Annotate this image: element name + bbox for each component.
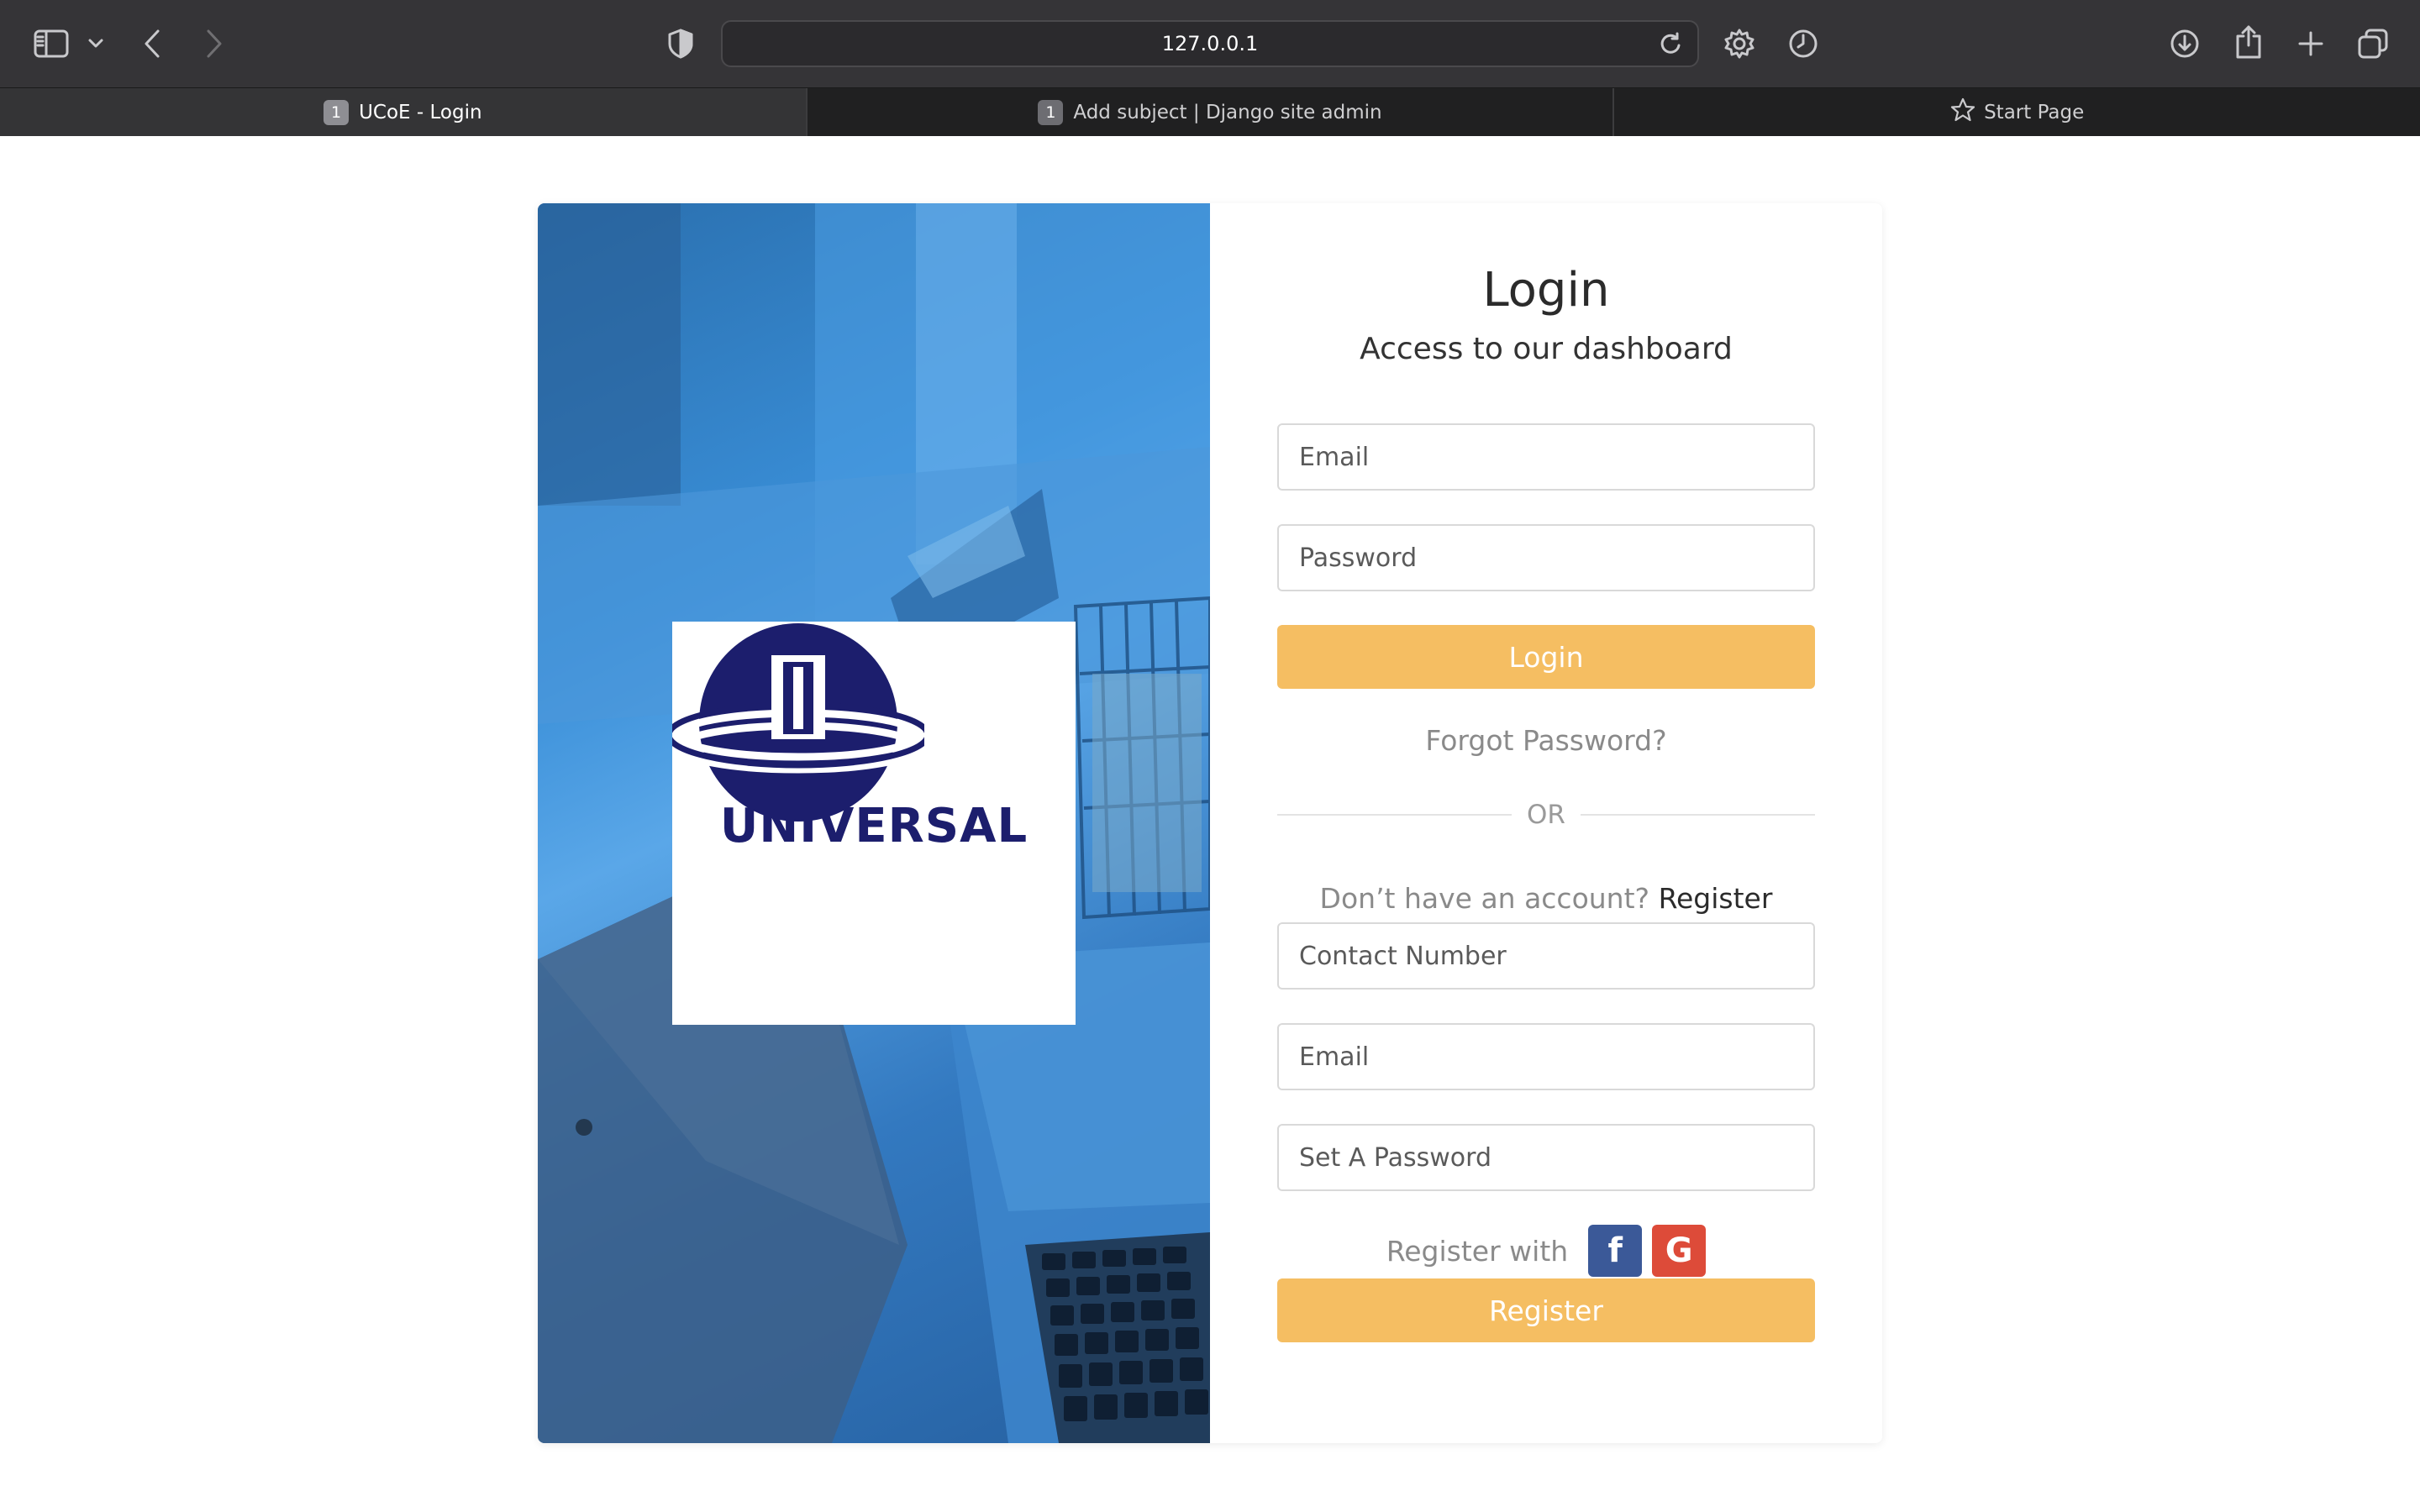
tab-start-page[interactable]: Start Page xyxy=(1612,88,2420,136)
address-bar[interactable]: 127.0.0.1 xyxy=(721,20,1699,67)
login-password-input[interactable] xyxy=(1277,524,1815,591)
tab-title: UCoE - Login xyxy=(359,101,482,123)
tab-ucoe-login[interactable]: 1 UCoE - Login xyxy=(0,88,806,136)
url-text: 127.0.0.1 xyxy=(1161,32,1259,55)
or-label: OR xyxy=(1527,800,1565,830)
download-icon[interactable] xyxy=(2166,25,2203,62)
register-button[interactable]: Register xyxy=(1277,1278,1815,1342)
login-subtitle: Access to our dashboard xyxy=(1360,332,1733,366)
tab-django-admin[interactable]: 1 Add subject | Django site admin xyxy=(805,88,1613,136)
or-divider: OR xyxy=(1277,794,1816,836)
star-icon xyxy=(1950,97,1975,128)
tab-badge: 1 xyxy=(1038,99,1064,125)
register-prompt: Don’t have an account? Register xyxy=(1210,882,1882,915)
universal-globe-emblem xyxy=(672,623,924,822)
facebook-icon[interactable]: f xyxy=(1588,1225,1643,1277)
tab-bar: 1 UCoE - Login 1 Add subject | Django si… xyxy=(0,87,2420,136)
social-register-row: Register with f G xyxy=(1210,1225,1882,1277)
register-email-input[interactable] xyxy=(1277,1023,1815,1090)
login-email-input[interactable] xyxy=(1277,423,1815,491)
tab-badge: 1 xyxy=(324,99,350,125)
google-icon[interactable]: G xyxy=(1652,1225,1707,1277)
login-card: UNIVERSAL Login Access to our dashboard … xyxy=(538,203,1882,1443)
set-password-input[interactable] xyxy=(1277,1124,1815,1191)
auth-form-panel: Login Access to our dashboard Login Forg… xyxy=(1210,203,1882,1443)
divider-line xyxy=(1277,814,1512,816)
google-glyph: G xyxy=(1665,1231,1693,1270)
login-button[interactable]: Login xyxy=(1277,625,1815,689)
register-link[interactable]: Register xyxy=(1659,882,1773,915)
tab-overview-icon[interactable] xyxy=(2354,25,2391,62)
divider-line xyxy=(1580,814,1816,816)
contact-number-input[interactable] xyxy=(1277,922,1815,990)
back-arrow-icon[interactable] xyxy=(138,25,168,62)
reload-icon[interactable] xyxy=(1655,29,1686,59)
history-clock-icon[interactable] xyxy=(1785,25,1822,62)
universal-logo: UNIVERSAL xyxy=(672,622,1076,1025)
register-prompt-text: Don’t have an account? xyxy=(1319,882,1650,915)
sidebar-toggle-icon[interactable] xyxy=(32,27,71,60)
forward-arrow-icon[interactable] xyxy=(198,25,229,62)
register-with-label: Register with xyxy=(1386,1234,1569,1268)
tab-title: Add subject | Django site admin xyxy=(1073,101,1382,123)
gear-icon[interactable] xyxy=(1721,25,1758,62)
tab-title: Start Page xyxy=(1984,101,2085,123)
chevron-down-icon[interactable] xyxy=(84,32,108,55)
privacy-shield-icon[interactable] xyxy=(664,27,697,60)
new-tab-plus-icon[interactable] xyxy=(2292,25,2329,62)
facebook-glyph: f xyxy=(1607,1231,1623,1270)
browser-toolbar: 127.0.0.1 xyxy=(0,0,2420,87)
share-icon[interactable] xyxy=(2230,22,2267,62)
login-title: Login xyxy=(1482,263,1610,318)
forgot-password-link[interactable]: Forgot Password? xyxy=(1210,724,1882,757)
hero-image: UNIVERSAL xyxy=(538,203,1210,1443)
